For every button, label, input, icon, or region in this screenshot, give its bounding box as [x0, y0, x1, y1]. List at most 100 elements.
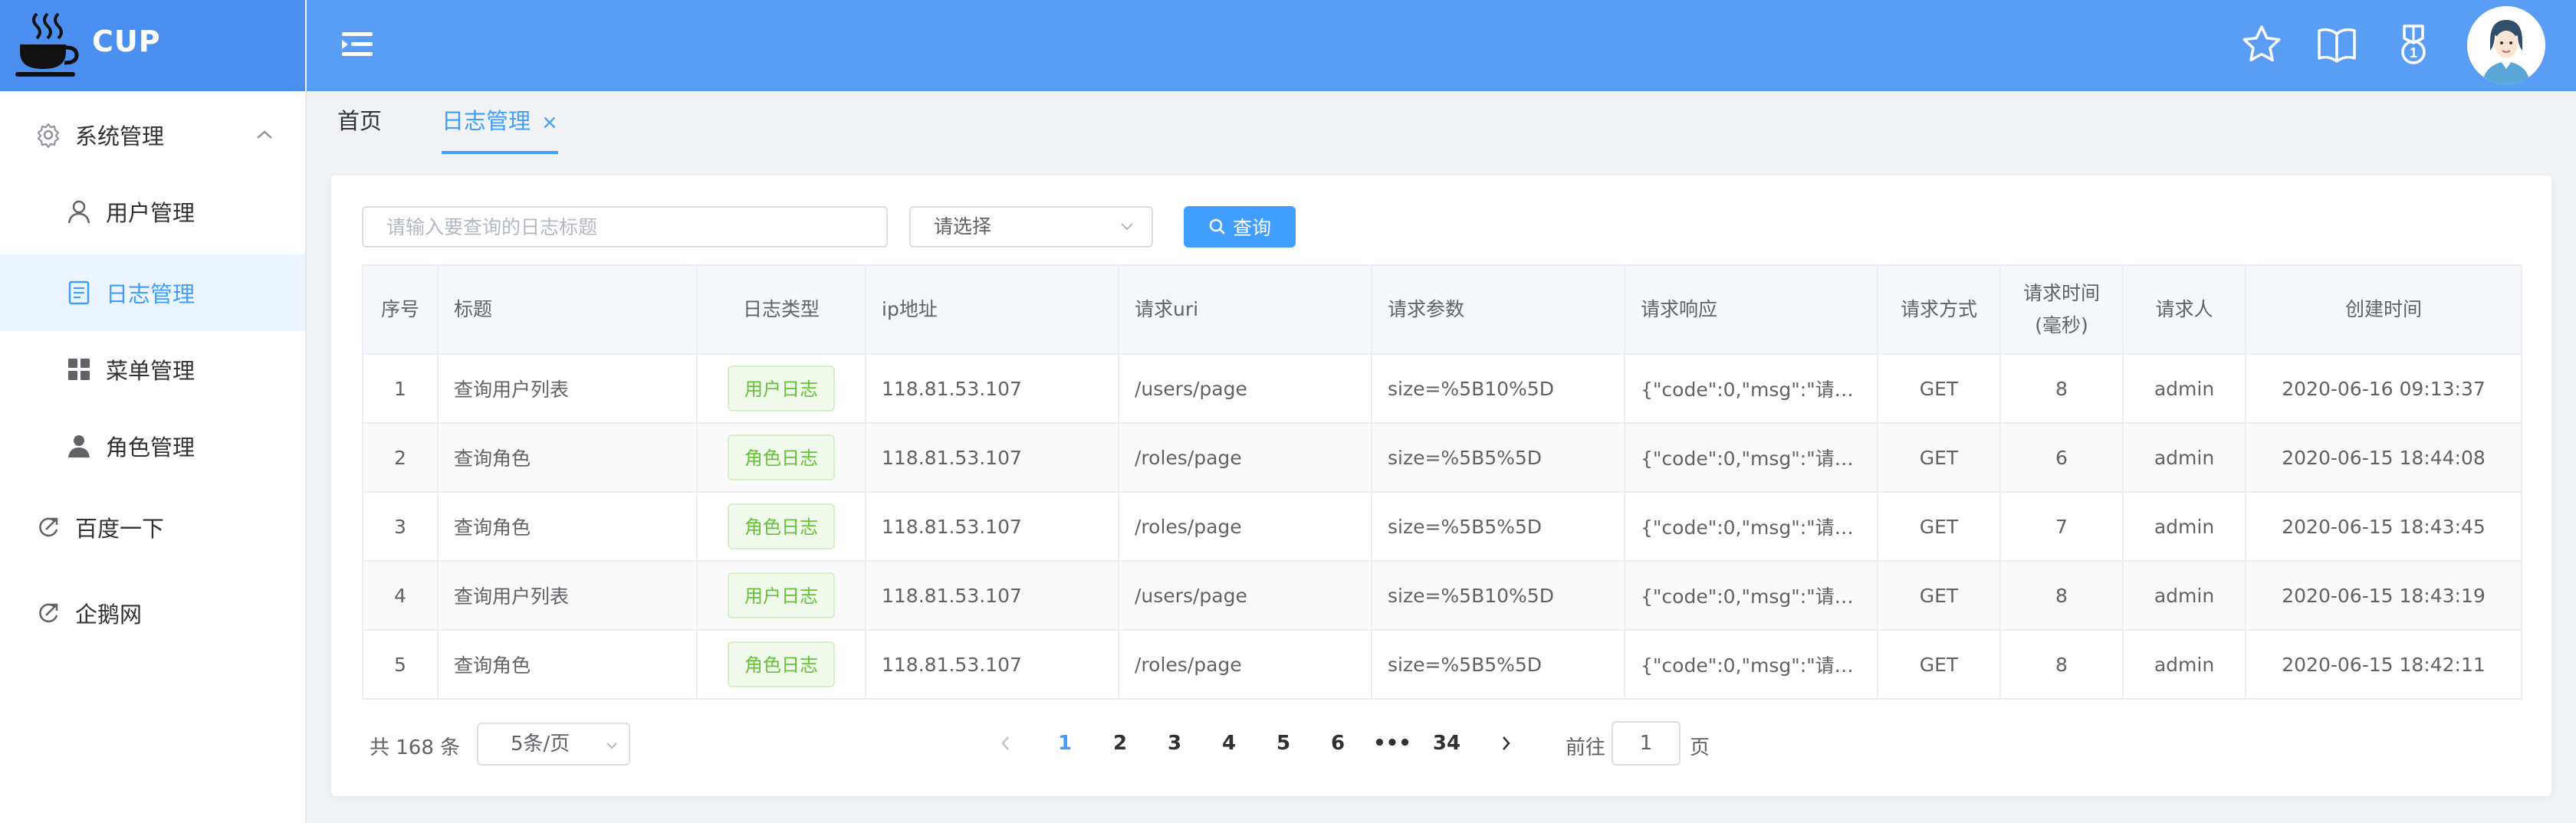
cell-duration: 8: [1999, 629, 2124, 700]
log-type-select[interactable]: 请选择: [909, 206, 1153, 248]
cell-user: admin: [2122, 353, 2246, 424]
avatar[interactable]: [2467, 6, 2545, 84]
page-size-value: 5条/页: [511, 733, 570, 756]
cell-index: 5: [362, 629, 439, 700]
log-type-tag: 用户日志: [728, 572, 835, 618]
page-number[interactable]: 5: [1264, 732, 1303, 755]
cell-user: admin: [2122, 491, 2246, 562]
cell-user: admin: [2122, 629, 2246, 700]
table-row[interactable]: 4 查询用户列表 用户日志 118.81.53.107 /users/page …: [362, 560, 2522, 631]
cell-method: GET: [1877, 422, 2001, 493]
page-number[interactable]: 4: [1210, 732, 1248, 755]
log-type-tag: 角色日志: [728, 434, 835, 480]
cell-created-at: 2020-06-15 18:42:11: [2245, 629, 2522, 700]
column-header[interactable]: 请求时间 (毫秒): [1999, 264, 2124, 355]
column-header[interactable]: 标题: [437, 264, 698, 355]
cell-params: size=%5B5%5D: [1371, 422, 1625, 493]
sidebar-item-label: 系统管理: [75, 123, 165, 149]
cell-duration: 8: [1999, 353, 2124, 424]
sidebar-item-label: 用户管理: [106, 200, 196, 226]
page-number[interactable]: 2: [1101, 732, 1139, 755]
link-icon: [39, 603, 58, 623]
star-icon[interactable]: [2240, 23, 2283, 66]
sidebar-item-role-management[interactable]: 角色管理: [0, 408, 305, 484]
top-bar: 1: [307, 0, 2576, 91]
cell-title: 查询用户列表: [437, 560, 698, 631]
column-header[interactable]: 请求方式: [1877, 264, 2001, 355]
goto-page-input[interactable]: [1612, 721, 1681, 766]
cell-method: GET: [1877, 629, 2001, 700]
cell-created-at: 2020-06-15 18:44:08: [2245, 422, 2522, 493]
table-row[interactable]: 2 查询角色 角色日志 118.81.53.107 /roles/page si…: [362, 422, 2522, 493]
cell-params: size=%5B5%5D: [1371, 491, 1625, 562]
cell-user: admin: [2122, 560, 2246, 631]
link-icon: [39, 517, 58, 537]
page-number[interactable]: 6: [1319, 732, 1357, 755]
sidebar-item-system-management[interactable]: 系统管理: [0, 97, 305, 173]
column-header[interactable]: 请求uri: [1118, 264, 1372, 355]
cell-created-at: 2020-06-15 18:43:45: [2245, 491, 2522, 562]
cell-ip: 118.81.53.107: [865, 629, 1119, 700]
pagination: 共 168 条 5条/页 1 2 3 4 5 6 ••• 34 前往 页: [362, 721, 2521, 767]
page-size-select[interactable]: 5条/页: [477, 723, 630, 766]
cell-user: admin: [2122, 422, 2246, 493]
cell-uri: /roles/page: [1118, 491, 1372, 562]
log-type-tag: 角色日志: [728, 641, 835, 687]
cell-log-type: 用户日志: [696, 353, 866, 424]
cell-index: 2: [362, 422, 439, 493]
chevron-down-icon: [1121, 223, 1133, 231]
table-row[interactable]: 1 查询用户列表 用户日志 118.81.53.107 /users/page …: [362, 353, 2522, 424]
page-number[interactable]: 1: [1046, 732, 1084, 755]
page-unit-label: 页: [1690, 736, 1710, 759]
cell-created-at: 2020-06-16 09:13:37: [2245, 353, 2522, 424]
column-header[interactable]: 日志类型: [696, 264, 866, 355]
chevron-up-icon[interactable]: [253, 127, 276, 143]
cell-uri: /roles/page: [1118, 422, 1372, 493]
cell-log-type: 角色日志: [696, 629, 866, 700]
table-row[interactable]: 5 查询角色 角色日志 118.81.53.107 /roles/page si…: [362, 629, 2522, 700]
chevron-down-icon: [606, 743, 617, 749]
grid-icon: [68, 359, 90, 380]
close-icon[interactable]: ×: [541, 111, 558, 134]
coffee-cup-logo-icon: [15, 12, 79, 77]
prev-page-icon[interactable]: [998, 735, 1014, 752]
sidebar-item-user-management[interactable]: 用户管理: [0, 173, 305, 250]
column-header[interactable]: ip地址: [865, 264, 1119, 355]
tab-log-management[interactable]: 日志管理 ×: [442, 91, 558, 154]
query-button[interactable]: 查询: [1184, 206, 1296, 248]
log-type-tag: 用户日志: [728, 366, 835, 412]
cell-ip: 118.81.53.107: [865, 422, 1119, 493]
menu-toggle-icon[interactable]: [340, 29, 374, 60]
column-header[interactable]: 序号: [362, 264, 439, 355]
page-number[interactable]: 3: [1155, 732, 1194, 755]
book-icon[interactable]: [2315, 23, 2358, 66]
cell-uri: /roles/page: [1118, 629, 1372, 700]
cell-response: {"code":0,"msg":"请求成功"}: [1624, 560, 1878, 631]
page-ellipsis[interactable]: •••: [1373, 732, 1411, 755]
cell-method: GET: [1877, 491, 2001, 562]
svg-text:1: 1: [2410, 45, 2417, 61]
column-header[interactable]: 请求响应: [1624, 264, 1878, 355]
sidebar-item-qq[interactable]: 企鹅网: [0, 575, 305, 651]
sidebar-item-menu-management[interactable]: 菜单管理: [0, 331, 305, 408]
sidebar-item-label: 企鹅网: [75, 602, 143, 628]
column-header[interactable]: 请求参数: [1371, 264, 1625, 355]
column-header[interactable]: 请求人: [2122, 264, 2246, 355]
query-button-label: 查询: [1232, 217, 1271, 239]
page-number[interactable]: 34: [1428, 732, 1466, 755]
next-page-icon[interactable]: [1498, 735, 1513, 752]
table-row[interactable]: 3 查询角色 角色日志 118.81.53.107 /roles/page si…: [362, 491, 2522, 562]
cell-title: 查询角色: [437, 422, 698, 493]
goto-label: 前往: [1566, 736, 1606, 759]
cell-response: {"code":0,"msg":"请求成功"}: [1624, 629, 1878, 700]
cell-log-type: 角色日志: [696, 491, 866, 562]
log-title-search-input[interactable]: [362, 206, 888, 248]
sidebar-item-log-management[interactable]: 日志管理: [0, 254, 305, 331]
cell-uri: /users/page: [1118, 353, 1372, 424]
cell-uri: /users/page: [1118, 560, 1372, 631]
tab-home[interactable]: 首页: [337, 91, 382, 151]
column-header[interactable]: 创建时间: [2245, 264, 2522, 355]
sidebar-item-baidu[interactable]: 百度一下: [0, 489, 305, 566]
medal-icon[interactable]: 1: [2392, 23, 2435, 66]
column-header-line: (毫秒): [2035, 314, 2088, 336]
